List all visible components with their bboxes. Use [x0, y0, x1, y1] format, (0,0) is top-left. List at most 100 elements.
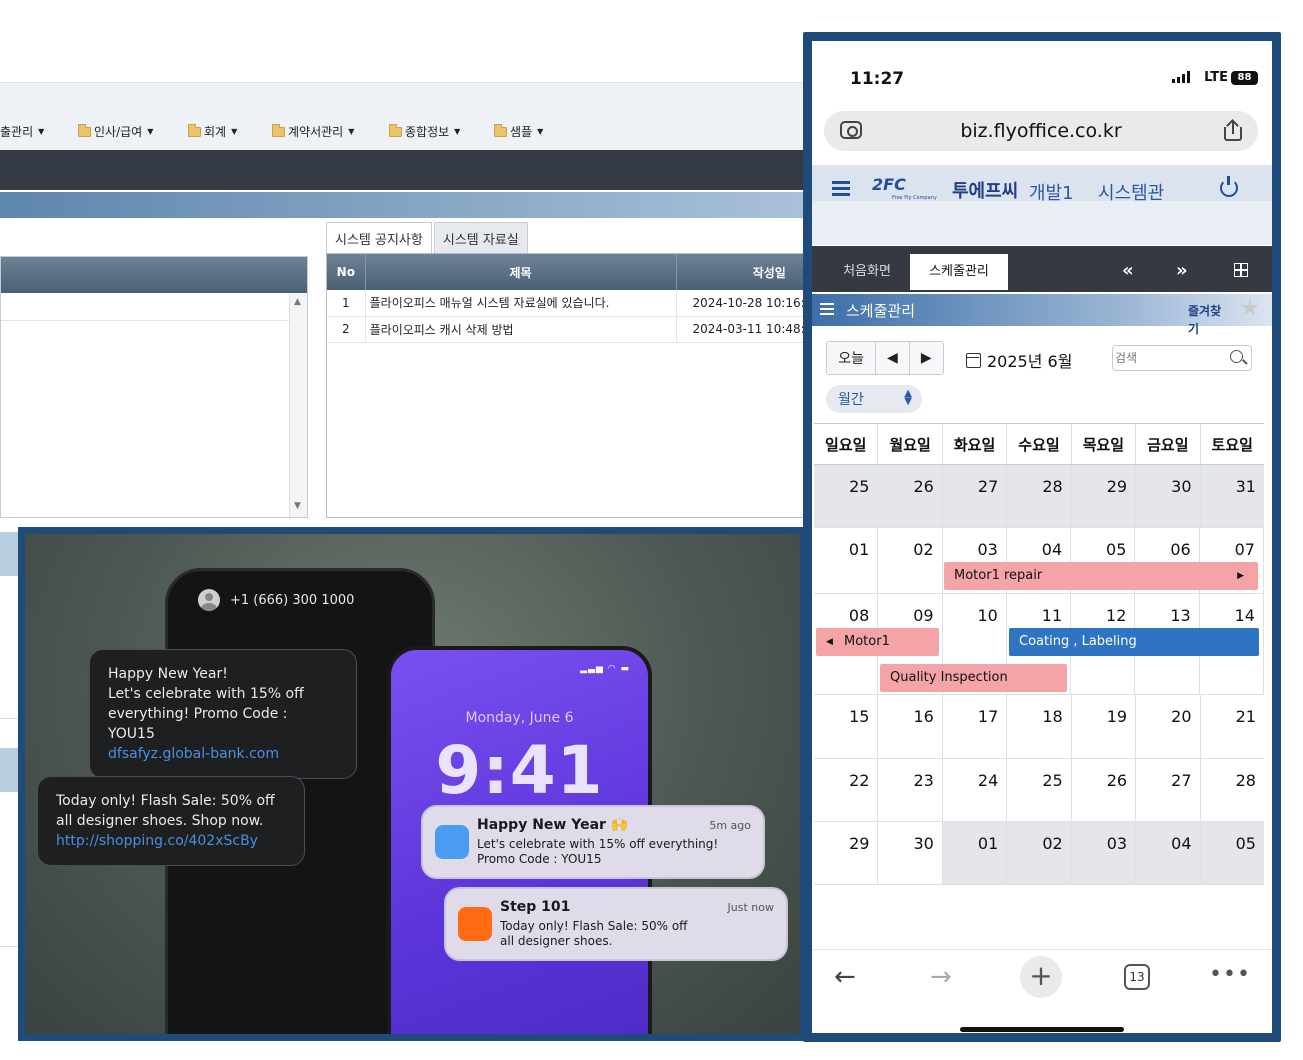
scrollbar[interactable]: ▲ ▼: [289, 293, 307, 517]
push-notification-step101[interactable]: Step 101 Just now Today only! Flash Sale…: [444, 887, 788, 961]
home-indicator[interactable]: [960, 1027, 1124, 1032]
back-arrow-icon[interactable]: ←: [834, 962, 856, 992]
list-row[interactable]: [1, 293, 307, 321]
next-month-button[interactable]: ▶: [910, 342, 943, 374]
address-bar[interactable]: biz.flyoffice.co.kr: [824, 111, 1258, 151]
calendar-day[interactable]: 03: [1071, 822, 1137, 884]
table-row[interactable]: 1 플라이오피스 매뉴얼 시스템 자료실에 있습니다. 2024-10-28 1…: [327, 290, 810, 317]
calendar-day[interactable]: 28: [1201, 759, 1264, 821]
search-input[interactable]: [1115, 348, 1225, 368]
calendar-week: 01 02 03 04 05 06 07 Motor1 repair ▶: [814, 528, 1264, 594]
sms-link[interactable]: http://shopping.co/402xScBy: [56, 831, 286, 851]
folder-icon: [389, 123, 402, 137]
grid-icon[interactable]: [1234, 263, 1248, 277]
calendar-day[interactable]: 30: [1136, 465, 1201, 527]
double-chevron-right-icon[interactable]: »: [1176, 260, 1188, 281]
event-motor1-repair[interactable]: Motor1 repair ▶: [944, 562, 1258, 590]
list-menu-icon[interactable]: [820, 303, 834, 315]
calendar-day[interactable]: 01: [814, 528, 879, 593]
calendar-nav-group: 오늘 ◀ ▶: [826, 341, 944, 375]
view-select[interactable]: 월간 ▲ ▼: [826, 385, 922, 413]
tab-system-notice[interactable]: 시스템 공지사항: [326, 222, 432, 254]
event-coating-labeling[interactable]: Coating , Labeling: [1009, 628, 1259, 656]
hamburger-menu-icon[interactable]: [832, 181, 850, 196]
calendar-day[interactable]: 02: [878, 528, 943, 593]
calendar-day[interactable]: 28: [1007, 465, 1072, 527]
event-quality-inspection[interactable]: Quality Inspection: [880, 664, 1067, 692]
left-list-panel: ▲ ▼: [0, 256, 308, 518]
menu-item-hr-payroll[interactable]: 인사/급여 ▼: [78, 123, 153, 140]
power-logout-icon[interactable]: [1220, 176, 1238, 197]
calendar-day[interactable]: 30: [878, 822, 943, 884]
search-icon[interactable]: [1230, 350, 1243, 363]
calendar-day[interactable]: 19: [1072, 695, 1137, 758]
calendar-day[interactable]: 25: [814, 465, 879, 527]
menu-item-schedule-mgmt[interactable]: 출관리 ▼: [0, 123, 44, 140]
calendar-week: 25 26 27 28 29 30 31: [814, 465, 1264, 528]
calendar-day[interactable]: 26: [1072, 759, 1137, 821]
url-text[interactable]: biz.flyoffice.co.kr: [824, 120, 1258, 142]
notification-title: Happy New Year 🙌: [477, 817, 629, 833]
forward-arrow-icon[interactable]: →: [930, 962, 952, 992]
notice-table-panel: No 제목 작성일 1 플라이오피스 매뉴얼 시스템 자료실에 있습니다. 20…: [326, 253, 810, 518]
menu-label: 종합정보: [405, 125, 450, 139]
calendar-day[interactable]: 25: [1007, 759, 1072, 821]
calendar-day[interactable]: 21: [1201, 695, 1264, 758]
more-options-icon[interactable]: •••: [1209, 962, 1251, 987]
double-chevron-left-icon[interactable]: «: [1122, 260, 1134, 281]
top-menu-bar: 출관리 ▼ 인사/급여 ▼ 회계 ▼ 계약서관리 ▼ 종합정보 ▼ 샘플 ▼: [0, 82, 810, 150]
push-notification-new-year[interactable]: Happy New Year 🙌 5m ago Let's celebrate …: [421, 805, 765, 879]
tab-home[interactable]: 처음화면: [826, 254, 908, 290]
notification-line: all designer shoes.: [500, 934, 613, 948]
tab-schedule[interactable]: 스케줄관리: [910, 254, 1008, 290]
cell-no: 2: [327, 316, 366, 343]
calendar-week: 15 16 17 18 19 20 21: [814, 695, 1264, 759]
notification-time: Just now: [727, 901, 774, 914]
tab-count-button[interactable]: 13: [1124, 964, 1150, 990]
share-icon[interactable]: [1224, 121, 1242, 141]
today-button[interactable]: 오늘: [827, 342, 877, 374]
table-row[interactable]: 2 플라이오피스 캐시 삭제 방법 2024-03-11 10:48:3: [327, 316, 810, 343]
cell-title[interactable]: 플라이오피스 캐시 삭제 방법: [365, 316, 677, 343]
menu-item-contract-mgmt[interactable]: 계약서관리 ▼: [272, 123, 354, 140]
illustration-background: +1 (666) 300 1000 Happy New Year! Let's …: [25, 534, 800, 1034]
scroll-down-icon[interactable]: ▼: [294, 501, 301, 511]
event-motor1[interactable]: ◀ Motor1: [816, 628, 939, 656]
calendar-day[interactable]: 02: [1007, 822, 1072, 884]
scroll-up-icon[interactable]: ▲: [294, 297, 301, 307]
calendar-day[interactable]: 23: [878, 759, 943, 821]
calendar-day[interactable]: 05: [1200, 822, 1264, 884]
menu-item-accounting[interactable]: 회계 ▼: [188, 123, 237, 140]
caret-down-icon: ▼: [537, 127, 544, 136]
calendar-day[interactable]: 01: [942, 822, 1008, 884]
new-tab-plus-icon[interactable]: +: [1020, 956, 1062, 998]
calendar-day[interactable]: 20: [1136, 695, 1201, 758]
calendar-day[interactable]: 26: [878, 465, 943, 527]
calendar-day[interactable]: 24: [943, 759, 1008, 821]
continues-right-icon: ▶: [1237, 571, 1244, 581]
calendar-day[interactable]: 16: [878, 695, 943, 758]
mobile-phone-frame: 11:27 LTE 88 biz.flyoffice.co.kr 2FC Fre…: [803, 32, 1281, 1042]
calendar-day[interactable]: 17: [943, 695, 1008, 758]
weekday-header: 일요일 월요일 화요일 수요일 목요일 금요일 토요일: [814, 423, 1264, 465]
cell-title[interactable]: 플라이오피스 매뉴얼 시스템 자료실에 있습니다.: [365, 290, 677, 317]
calendar-day[interactable]: 29: [1071, 465, 1137, 527]
menu-item-general-info[interactable]: 종합정보 ▼: [389, 123, 460, 140]
prev-month-button[interactable]: ◀: [876, 342, 910, 374]
menu-label: 출관리: [0, 125, 34, 139]
calendar-day[interactable]: 29: [814, 822, 879, 884]
menu-item-sample[interactable]: 샘플 ▼: [494, 123, 543, 140]
tab-system-archive[interactable]: 시스템 자료실: [433, 222, 528, 254]
calendar-day[interactable]: 18: [1007, 695, 1072, 758]
star-icon[interactable]: ★: [1240, 296, 1260, 321]
calendar-day[interactable]: 27: [942, 465, 1008, 527]
calendar-day[interactable]: 15: [814, 695, 879, 758]
event-title: Coating , Labeling: [1019, 634, 1137, 649]
calendar-day[interactable]: 27: [1136, 759, 1201, 821]
calendar-day[interactable]: 31: [1200, 465, 1264, 527]
avatar-icon: [198, 589, 220, 611]
calendar-day[interactable]: 04: [1136, 822, 1201, 884]
cell-date: 2024-03-11 10:48:3: [676, 316, 810, 343]
sms-link[interactable]: dfsafyz.global-bank.com: [108, 744, 338, 764]
calendar-day[interactable]: 22: [814, 759, 879, 821]
